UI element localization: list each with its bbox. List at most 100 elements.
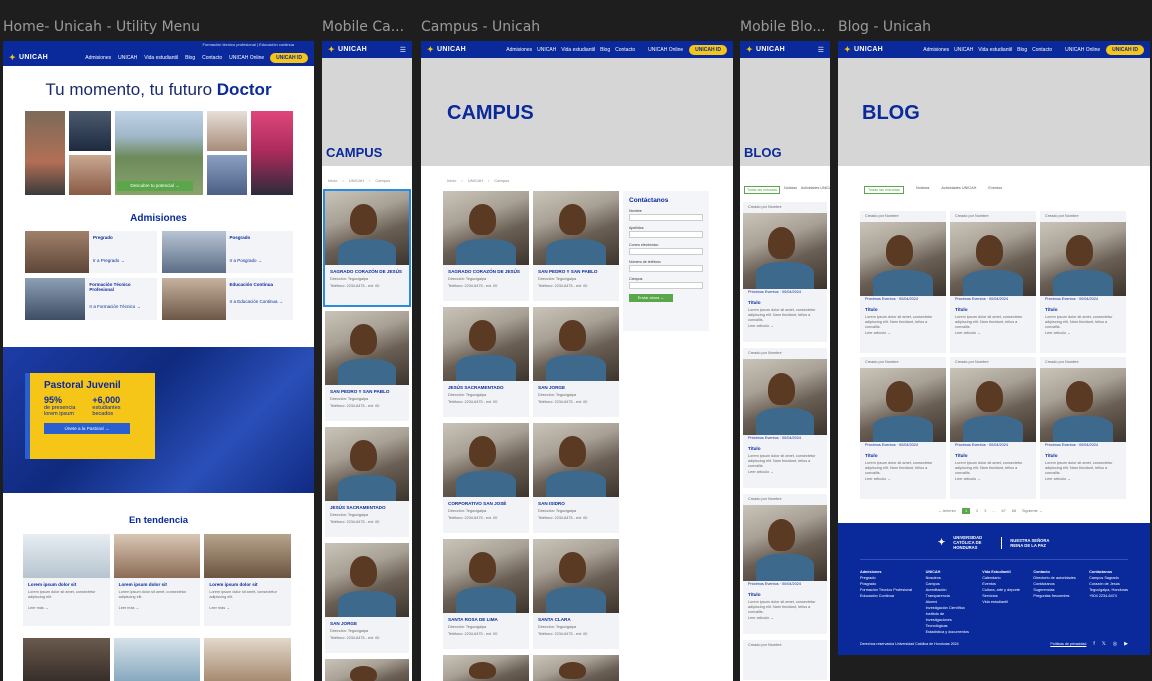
x-icon[interactable]: 𝕏 xyxy=(1102,641,1106,647)
post-tag[interactable]: Próximos Eventos xyxy=(865,297,896,301)
blog-card[interactable]: Creado por Nombre Próximos Eventos · 00/… xyxy=(860,357,946,499)
page-number[interactable]: 2 xyxy=(976,509,978,513)
nav-admisiones[interactable]: Admisiones xyxy=(85,55,111,61)
logo[interactable]: ✦ UNICAH xyxy=(427,45,466,54)
menu-icon[interactable]: ☰ xyxy=(400,46,406,54)
nav-vida[interactable]: Vida estudiantil xyxy=(144,55,178,61)
program-link[interactable]: Ir a Educación Continua → xyxy=(230,299,284,304)
campus-card[interactable]: SAN JORGE Dirección: Tegucigalpa Teléfono:… xyxy=(325,543,409,653)
read-more-link[interactable]: Leer artículo → xyxy=(743,323,827,330)
tab-noticias[interactable]: Noticias xyxy=(784,186,797,194)
program-link[interactable]: Ir a Formación Técnico → xyxy=(89,304,152,309)
send-button[interactable]: Enviar ahora → xyxy=(629,294,673,302)
blog-card[interactable]: Creado por Nombre Próximos Eventos · 00/… xyxy=(743,202,827,342)
program-card[interactable]: Pregrado Ir a Pregrado → xyxy=(25,231,157,273)
nav-blog[interactable]: Blog xyxy=(1017,47,1027,53)
blog-card[interactable]: Creado por Nombre Próximos Eventos · 00/… xyxy=(950,211,1036,353)
unicah-id-button[interactable]: UNICAH ID xyxy=(270,52,308,63)
breadcrumb-item[interactable]: UNICAH xyxy=(349,178,364,183)
campus-card[interactable]: JESÚS SACRAMENTADO Dirección: Tegucigalpa… xyxy=(325,427,409,537)
program-link[interactable]: Ir a Posgrado → xyxy=(230,258,263,263)
instagram-icon[interactable]: ◎ xyxy=(1113,641,1117,647)
campus-card[interactable]: SAN PEDRO Y SAN PABLO Dirección: Teguciga… xyxy=(533,191,619,301)
program-card[interactable]: Formación Técnico Profesional Ir a Formac… xyxy=(25,278,157,320)
tab-all[interactable]: Todas las entradas xyxy=(864,186,904,194)
nav-contacto[interactable]: Contacto xyxy=(1032,47,1052,53)
frame-label-home[interactable]: Home- Unicah - Utility Menu xyxy=(3,19,203,35)
blog-card[interactable]: Creado por Nombre xyxy=(743,640,827,680)
next-page[interactable]: Siguiente → xyxy=(1022,509,1043,513)
trend-link[interactable]: Leer más → xyxy=(114,605,201,612)
tab-actividades[interactable]: Actividades UNICAH xyxy=(941,186,976,194)
campus-select[interactable] xyxy=(629,282,703,289)
name-input[interactable] xyxy=(629,214,703,221)
phone-input[interactable] xyxy=(629,265,703,272)
footer-link[interactable]: Preguntas frecuentes xyxy=(1033,593,1075,599)
unicah-id-button[interactable]: UNICAH ID xyxy=(1106,44,1144,55)
nav-online[interactable]: UNICAH Online xyxy=(229,55,264,61)
nav-online[interactable]: UNICAH Online xyxy=(1065,47,1100,53)
post-tag[interactable]: Próximos Eventos xyxy=(748,582,779,586)
program-card[interactable]: Posgrado Ir a Posgrado → xyxy=(161,231,293,273)
frame-label-blog[interactable]: Blog - Unicah xyxy=(838,19,988,35)
breadcrumb-item[interactable]: Inicio xyxy=(328,178,337,183)
unicah-id-button[interactable]: UNICAH ID xyxy=(689,44,727,55)
breadcrumb-item[interactable]: Campus xyxy=(494,178,509,183)
page-number[interactable]: 68 xyxy=(1012,509,1016,513)
blog-card[interactable]: Creado por Nombre Próximos Eventos · 00/… xyxy=(1040,211,1126,353)
campus-card[interactable]: SAN PEDRO Y SAN PABLO Dirección: Teguciga… xyxy=(325,311,409,421)
blog-card[interactable]: Creado por Nombre Próximos Eventos · 00/… xyxy=(743,494,827,634)
blog-card[interactable]: Creado por Nombre Próximos Eventos · 00/… xyxy=(1040,357,1126,499)
pastoral-join-button[interactable]: Únete a la Pastoral → xyxy=(44,423,130,434)
campus-card[interactable]: SAGRADO CORAZÓN DE JESÚS Dirección: Teguc… xyxy=(323,189,411,307)
program-card[interactable]: Educación Continua Ir a Educación Continu… xyxy=(161,278,293,320)
hero-cta-button[interactable]: Descubre tu potencial → xyxy=(117,181,193,191)
facebook-icon[interactable]: f xyxy=(1093,641,1094,647)
post-tag[interactable]: Próximos Eventos xyxy=(955,297,986,301)
page-number[interactable]: 3 xyxy=(984,509,986,513)
nav-online[interactable]: UNICAH Online xyxy=(648,47,683,53)
logo[interactable]: ✦ UNICAH xyxy=(844,45,883,54)
campus-card[interactable]: SANTA ROSA DE LIMA Dirección: Tegucigalpa… xyxy=(443,539,529,649)
read-more-link[interactable]: Leer artículo → xyxy=(1040,476,1126,483)
breadcrumb-item[interactable]: Inicio xyxy=(447,178,456,183)
trend-card[interactable]: Lorem ipsum dolor sit Lorem ipsum dolor s… xyxy=(23,534,110,626)
trend-card[interactable]: Lorem ipsum dolor sit Lorem ipsum dolor s… xyxy=(113,534,201,626)
campus-card[interactable]: SAN JORGE Dirección: Tegucigalpa Teléfono:… xyxy=(533,307,619,417)
footer-link[interactable]: Educación Continua xyxy=(860,593,912,599)
post-tag[interactable]: Próximos Eventos xyxy=(955,443,986,447)
youtube-icon[interactable]: ▶ xyxy=(1124,641,1128,647)
nav-vida[interactable]: Vida estudiantil xyxy=(561,47,595,53)
nav-blog[interactable]: Blog xyxy=(600,47,610,53)
breadcrumb-item[interactable]: Campus xyxy=(375,178,390,183)
frame-label-mobile-campus[interactable]: Mobile Ca... xyxy=(322,19,412,35)
email-input[interactable] xyxy=(629,248,703,255)
footer-link[interactable]: Instituto de Investigaciones Tecnológica… xyxy=(926,611,966,629)
nav-vida[interactable]: Vida estudiantil xyxy=(978,47,1012,53)
nav-contacto[interactable]: Contacto xyxy=(202,55,222,61)
tab-noticias[interactable]: Noticias xyxy=(916,186,930,194)
post-tag[interactable]: Próximos Eventos xyxy=(748,436,779,440)
nav-admisiones[interactable]: Admisiones xyxy=(506,47,532,53)
frame-label-campus[interactable]: Campus - Unicah xyxy=(421,19,571,35)
read-more-link[interactable]: Leer artículo → xyxy=(743,615,827,622)
logo[interactable]: ✦ UNICAH xyxy=(328,45,367,54)
read-more-link[interactable]: Leer artículo → xyxy=(1040,330,1126,337)
campus-card[interactable]: JESÚS SACRAMENTADO Dirección: Tegucigalpa… xyxy=(443,307,529,417)
tab-all[interactable]: Todas las entradas xyxy=(744,186,781,194)
program-link[interactable]: Ir a Pregrado → xyxy=(93,258,125,263)
campus-card[interactable]: SAGRADO CORAZÓN DE JESÚS Dirección: Teguc… xyxy=(443,191,529,301)
trend-link[interactable]: Leer más → xyxy=(23,605,110,612)
tab-actividades[interactable]: Actividades UNICAH xyxy=(801,186,830,194)
footer-link[interactable]: Vida estudiantil xyxy=(982,599,1020,605)
campus-card[interactable]: SANTA CLARA Dirección: Tegucigalpa Teléfon… xyxy=(533,539,619,649)
frame-label-mobile-blog[interactable]: Mobile Blo... xyxy=(740,19,830,35)
lastname-input[interactable] xyxy=(629,231,703,238)
campus-card[interactable] xyxy=(443,655,529,681)
campus-card[interactable]: SAN ISIDRO Dirección: Tegucigalpa Teléfono… xyxy=(533,423,619,533)
tab-eventos[interactable]: Eventos xyxy=(988,186,1002,194)
nav-contacto[interactable]: Contacto xyxy=(615,47,635,53)
read-more-link[interactable]: Leer artículo → xyxy=(950,476,1036,483)
trend-card[interactable]: Lorem ipsum dolor sit Lorem ipsum dolor s… xyxy=(204,534,291,626)
page-number[interactable]: 1 xyxy=(961,508,971,514)
